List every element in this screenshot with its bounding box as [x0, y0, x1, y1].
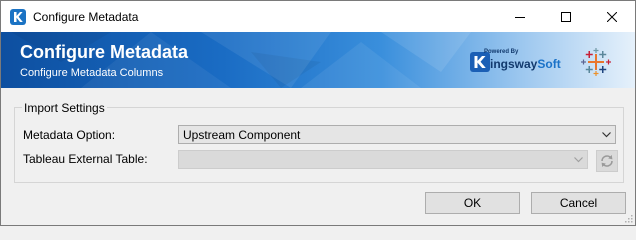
import-settings-legend: Import Settings	[22, 101, 107, 115]
cancel-button[interactable]: Cancel	[531, 192, 626, 214]
banner-title: Configure Metadata	[20, 42, 189, 62]
metadata-option-dropdown[interactable]: Upstream Component	[178, 125, 616, 144]
import-settings-group	[14, 107, 624, 183]
tableau-external-table-dropdown[interactable]	[178, 150, 588, 169]
ok-button[interactable]: OK	[425, 192, 520, 214]
brand-name-prefix: ingsway	[490, 57, 538, 71]
header-banner: Configure Metadata Configure Metadata Co…	[1, 32, 635, 88]
metadata-option-value: Upstream Component	[183, 128, 301, 142]
chevron-down-icon	[602, 132, 611, 138]
tableau-logo-icon	[581, 48, 611, 76]
tableau-external-table-label: Tableau External Table:	[23, 152, 148, 166]
refresh-tables-button[interactable]	[596, 150, 618, 172]
close-icon	[607, 11, 617, 22]
brand-name: ingswaySoft	[490, 57, 561, 71]
window-title: Configure Metadata	[33, 10, 139, 24]
brand-name-suffix: Soft	[537, 57, 561, 71]
resize-grip-icon[interactable]	[623, 213, 633, 223]
title-bar[interactable]: Configure Metadata	[1, 1, 635, 32]
kingswaysoft-mark-icon	[470, 52, 490, 72]
banner-subtitle: Configure Metadata Columns	[20, 67, 164, 79]
maximize-icon	[561, 11, 571, 22]
metadata-option-label: Metadata Option:	[23, 128, 116, 142]
minimize-icon	[515, 16, 525, 18]
refresh-icon	[601, 155, 613, 167]
close-button[interactable]	[589, 1, 635, 32]
minimize-button[interactable]	[497, 1, 543, 32]
chevron-down-icon	[574, 157, 583, 163]
configure-metadata-dialog: Configure Metadata Configure Metadata Co…	[0, 0, 636, 226]
brand-powered-by: Powered By	[484, 49, 519, 55]
kingswaysoft-logo: Powered By ingswaySoft	[470, 48, 562, 76]
kingswaysoft-app-icon	[10, 9, 26, 25]
maximize-button[interactable]	[543, 1, 589, 32]
